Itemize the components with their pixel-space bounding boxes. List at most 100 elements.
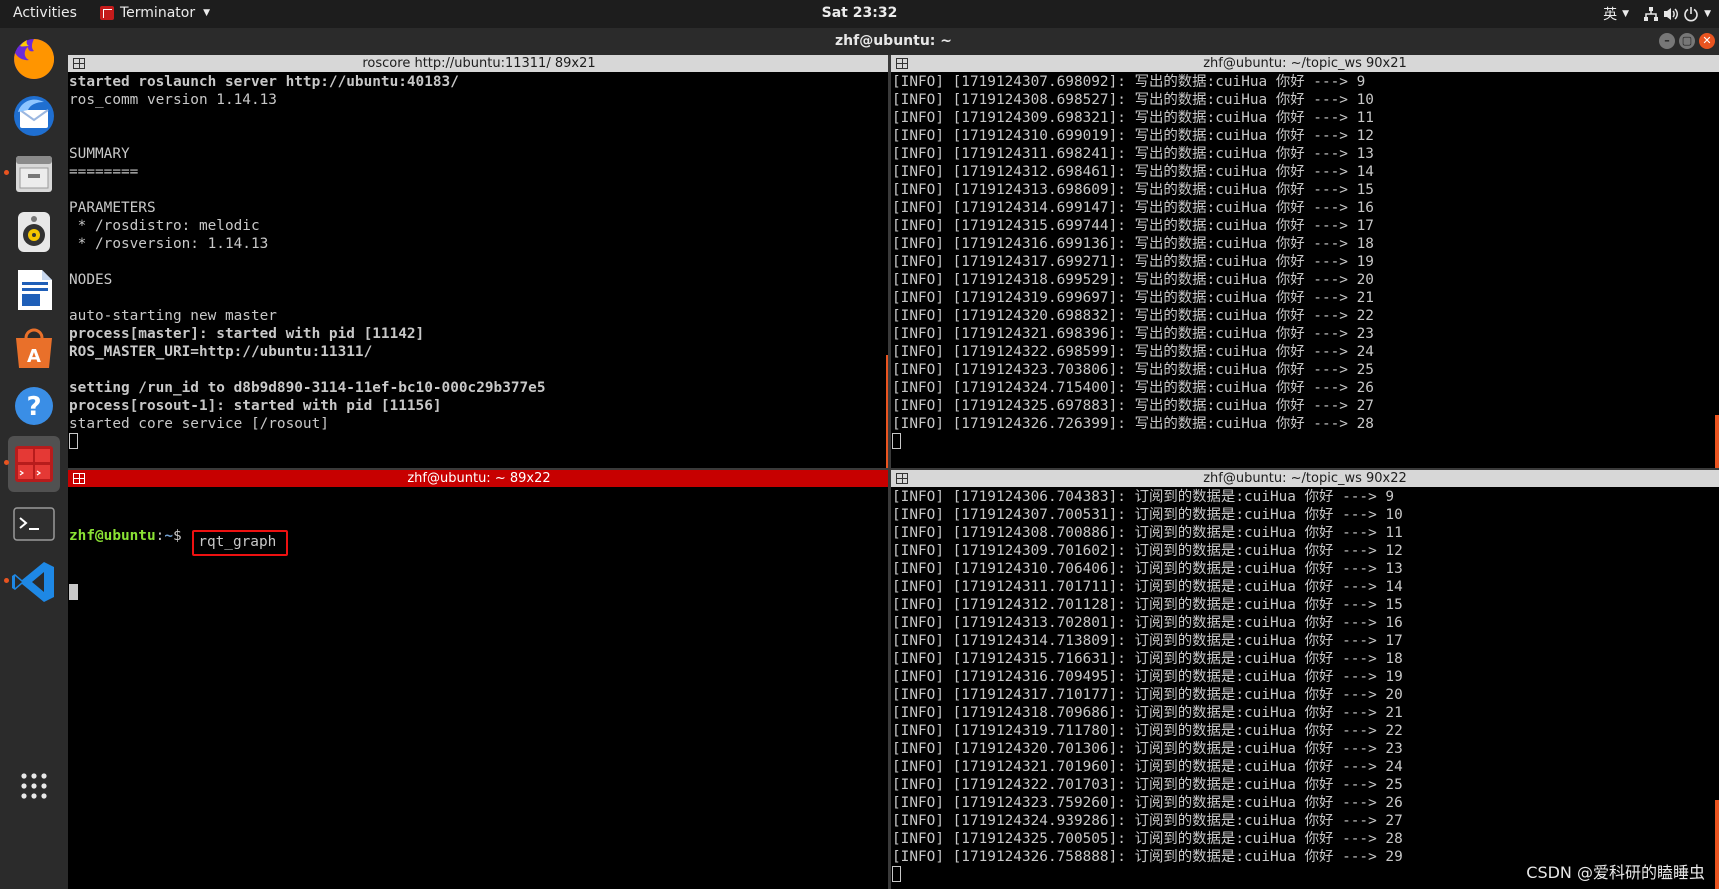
terminal-line: started core service [/rosout] [69, 416, 329, 432]
running-indicator [4, 460, 9, 465]
terminal-line: [INFO] [1719124323.759260]: 订阅到的数据是:cuiH… [892, 795, 1403, 811]
terminal-line: [INFO] [1719124324.939286]: 订阅到的数据是:cuiH… [892, 813, 1403, 829]
terminal-line: [INFO] [1719124325.700505]: 订阅到的数据是:cuiH… [892, 831, 1403, 847]
dock-terminator[interactable] [4, 436, 60, 492]
pane-title: zhf@ubuntu: ~/topic_ws 90x22 [1203, 471, 1407, 486]
dock-thunderbird[interactable] [8, 90, 60, 142]
prompt-path: ~ [164, 528, 173, 544]
terminal-line: [INFO] [1719124310.706406]: 订阅到的数据是:cuiH… [892, 561, 1403, 577]
pane-menu-icon[interactable] [73, 473, 85, 484]
terminal-line: [INFO] [1719124321.698396]: 写出的数据:cuiHua… [892, 326, 1374, 342]
terminal-line: started roslaunch server http://ubuntu:4… [69, 74, 459, 90]
terminal-line: [INFO] [1719124314.713809]: 订阅到的数据是:cuiH… [892, 633, 1403, 649]
top-bar: Activities Terminator ▼ Sat 23:32 英 ▼ ▼ [0, 0, 1719, 28]
minimize-button[interactable]: – [1659, 33, 1675, 49]
pane-subscriber[interactable]: zhf@ubuntu: ~/topic_ws 90x22 [INFO] [171… [891, 470, 1719, 889]
terminal-output[interactable]: zhf@ubuntu:~$ rqt_graph [69, 488, 886, 889]
terminal-line: [INFO] [1719124306.704383]: 订阅到的数据是:cuiH… [892, 489, 1395, 505]
terminal-line: [INFO] [1719124322.701703]: 订阅到的数据是:cuiH… [892, 777, 1403, 793]
pane-titlebar[interactable]: roscore http://ubuntu:11311/ 89x21 [68, 55, 890, 72]
terminal-line: [INFO] [1719124320.701306]: 订阅到的数据是:cuiH… [892, 741, 1403, 757]
vscode-icon [12, 562, 54, 602]
pane-title: zhf@ubuntu: ~/topic_ws 90x21 [1203, 56, 1407, 71]
terminal-line: [INFO] [1719124324.715400]: 写出的数据:cuiHua… [892, 380, 1374, 396]
window-titlebar[interactable]: zhf@ubuntu: ~ – ▢ ✕ [68, 28, 1719, 55]
pane-publisher[interactable]: zhf@ubuntu: ~/topic_ws 90x21 [INFO] [171… [891, 55, 1719, 470]
dock-vscode[interactable] [4, 556, 60, 608]
terminal-line: [INFO] [1719124312.698461]: 写出的数据:cuiHua… [892, 164, 1374, 180]
dock-help[interactable]: ? [8, 380, 60, 432]
pane-roscore[interactable]: roscore http://ubuntu:11311/ 89x21 start… [68, 55, 890, 470]
libreoffice-writer-icon [18, 270, 52, 310]
system-tray[interactable]: 英 ▼ ▼ [1603, 4, 1711, 24]
terminator-app-icon [100, 6, 114, 20]
running-indicator [4, 578, 9, 583]
svg-text:A: A [27, 346, 41, 367]
cursor-line [892, 433, 1715, 451]
terminal-output[interactable]: [INFO] [1719124307.698092]: 写出的数据:cuiHua… [892, 73, 1715, 470]
prompt-line: zhf@ubuntu:~$ rqt_graph [69, 524, 886, 556]
prompt-symbol: $ [172, 528, 191, 544]
volume-icon [1664, 8, 1679, 20]
terminal-line: [INFO] [1719124313.698609]: 写出的数据:cuiHua… [892, 182, 1374, 198]
pane-titlebar[interactable]: zhf@ubuntu: ~/topic_ws 90x22 [891, 470, 1719, 487]
scrollbar[interactable] [1715, 800, 1719, 889]
close-button[interactable]: ✕ [1699, 33, 1715, 49]
pane-divider-vertical[interactable] [888, 55, 891, 889]
app-menu[interactable]: Terminator ▼ [100, 5, 210, 21]
activities-button[interactable]: Activities [13, 5, 77, 21]
dock-terminal[interactable] [8, 498, 60, 550]
maximize-button[interactable]: ▢ [1679, 33, 1695, 49]
terminal-line: [INFO] [1719124307.698092]: 写出的数据:cuiHua… [892, 74, 1366, 90]
pane-menu-icon[interactable] [896, 58, 908, 69]
terminal-line: NODES [69, 272, 113, 288]
watermark: CSDN @爱科研的瞌睡虫 [1526, 863, 1705, 882]
chevron-down-icon: ▼ [1704, 9, 1711, 19]
pane-menu-icon[interactable] [896, 473, 908, 484]
app-menu-label: Terminator [120, 5, 196, 21]
terminal-line: [INFO] [1719124311.698241]: 写出的数据:cuiHua… [892, 146, 1374, 162]
terminator-icon [15, 446, 53, 482]
pane-titlebar[interactable]: zhf@ubuntu: ~ 89x22 [68, 470, 890, 487]
terminal-output[interactable]: [INFO] [1719124306.704383]: 订阅到的数据是:cuiH… [892, 488, 1715, 889]
dock-writer[interactable] [8, 264, 60, 316]
pane-shell[interactable]: zhf@ubuntu: ~ 89x22 zhf@ubuntu:~$ rqt_gr… [68, 470, 890, 889]
dock-firefox[interactable] [8, 32, 60, 84]
prompt-separator: : [155, 528, 165, 544]
prompt-user: zhf@ubuntu [69, 528, 156, 544]
terminal-line: [INFO] [1719124311.701711]: 订阅到的数据是:cuiH… [892, 579, 1403, 595]
terminal-line: [INFO] [1719124318.709686]: 订阅到的数据是:cuiH… [892, 705, 1403, 721]
clock[interactable]: Sat 23:32 [0, 5, 1719, 21]
dock-show-apps[interactable] [8, 760, 60, 812]
dock-rhythmbox[interactable] [8, 206, 60, 258]
dock-files[interactable] [4, 148, 60, 200]
terminal-output[interactable]: started roslaunch server http://ubuntu:4… [69, 73, 886, 470]
pane-titlebar[interactable]: zhf@ubuntu: ~/topic_ws 90x21 [891, 55, 1719, 72]
input-method-menu[interactable]: 英 ▼ [1603, 4, 1629, 24]
pane-divider-horizontal[interactable] [68, 468, 1719, 470]
terminal-line: [INFO] [1719124321.701960]: 订阅到的数据是:cuiH… [892, 759, 1403, 775]
input-method-label: 英 [1603, 7, 1618, 23]
terminal-line: [INFO] [1719124317.699271]: 写出的数据:cuiHua… [892, 254, 1374, 270]
terminal-line: [INFO] [1719124318.699529]: 写出的数据:cuiHua… [892, 272, 1374, 288]
cursor-line [69, 584, 886, 602]
status-menu[interactable]: ▼ [1643, 6, 1711, 22]
software-center-icon: A [16, 328, 52, 368]
scrollbar[interactable] [1715, 415, 1719, 470]
terminal-line: [INFO] [1719124315.716631]: 订阅到的数据是:cuiH… [892, 651, 1403, 667]
terminal-line: auto-starting new master [69, 308, 277, 324]
terminal-line: ROS_MASTER_URI=http://ubuntu:11311/ [69, 344, 373, 360]
thunderbird-icon [14, 96, 54, 136]
terminal-line: [INFO] [1719124314.699147]: 写出的数据:cuiHua… [892, 200, 1374, 216]
terminal-line: [INFO] [1719124316.699136]: 写出的数据:cuiHua… [892, 236, 1374, 252]
dock-software[interactable]: A [8, 322, 60, 374]
show-apps-icon [21, 773, 47, 799]
terminal-line: [INFO] [1719124315.699744]: 写出的数据:cuiHua… [892, 218, 1374, 234]
pane-menu-icon[interactable] [73, 58, 85, 69]
terminal-line: process[rosout-1]: started with pid [111… [69, 398, 442, 414]
terminal-line: [INFO] [1719124309.701602]: 订阅到的数据是:cuiH… [892, 543, 1403, 559]
terminal-icon [13, 507, 55, 541]
